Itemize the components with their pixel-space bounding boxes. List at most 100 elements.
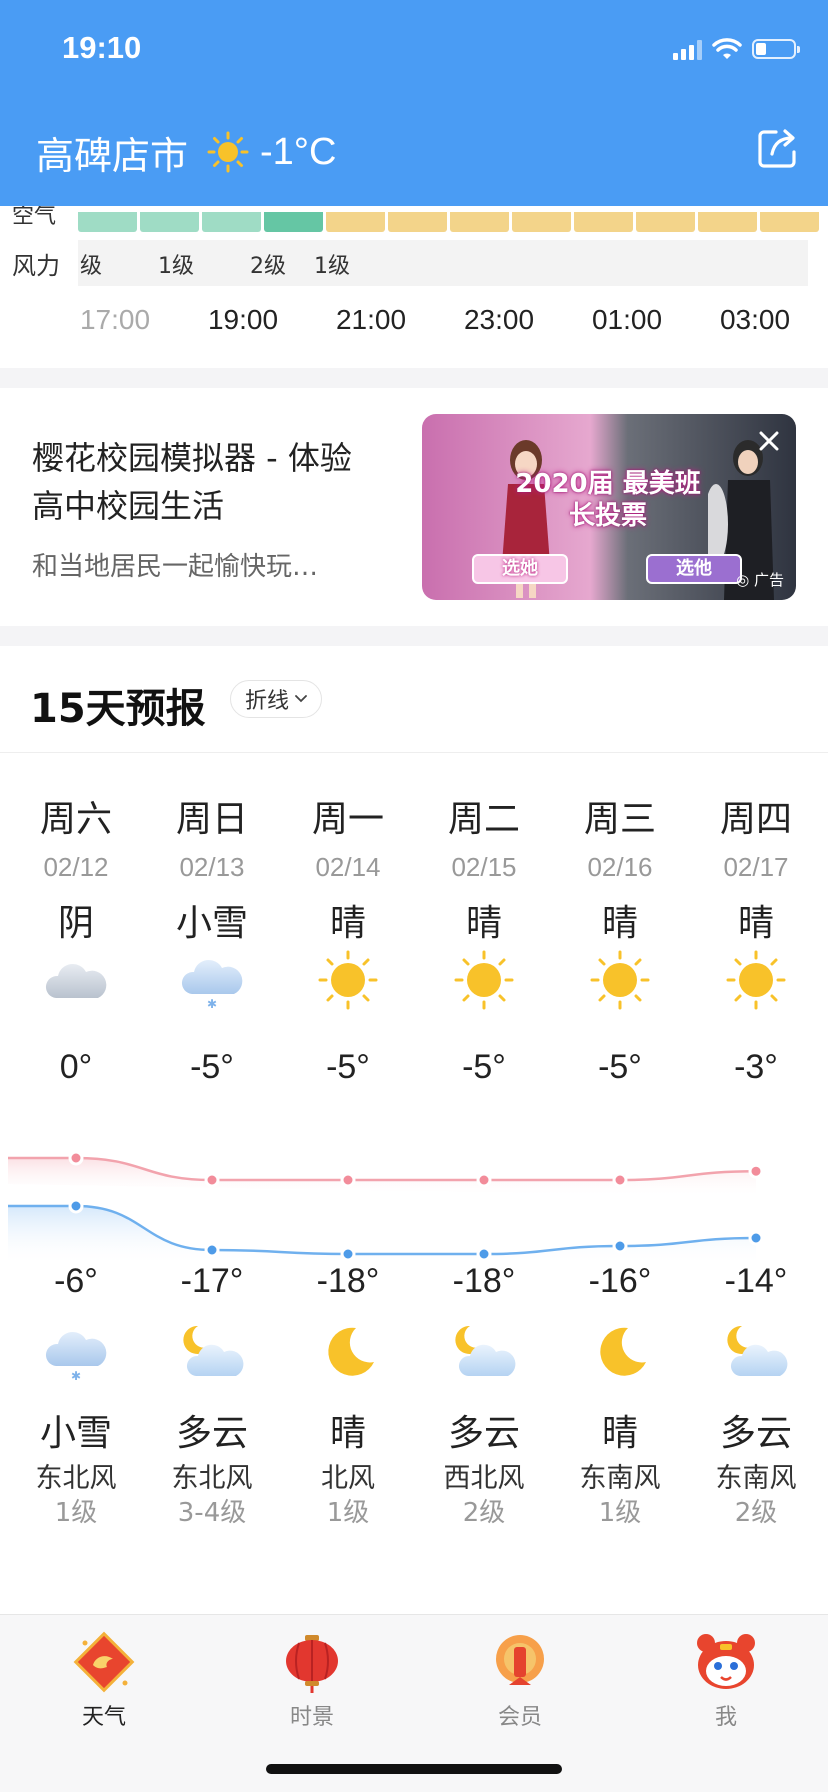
- wind-direction: 北风: [321, 1463, 375, 1494]
- city-name[interactable]: 高碑店市: [36, 125, 188, 180]
- day-date: 02/13: [179, 852, 245, 882]
- ad-tag-text: 广告: [753, 571, 784, 589]
- hour-label: 01:00: [591, 304, 663, 335]
- weather-tab-icon: [73, 1631, 135, 1693]
- partly-cloudy-night-icon: [722, 1322, 790, 1382]
- tab-member[interactable]: 会员: [460, 1629, 580, 1731]
- wind-level: 1级: [326, 1498, 370, 1528]
- wind-level: 1级: [54, 1498, 98, 1528]
- day-condition: 晴: [465, 903, 502, 944]
- moon-icon: [586, 1322, 654, 1382]
- day-of-week: 周一: [311, 799, 384, 840]
- ad-description[interactable]: 和当地居民一起愉快玩…: [32, 546, 382, 583]
- hour-labels: 17:00 19:00 21:00 23:00 01:00 03:00: [60, 304, 810, 336]
- high-temperature: -5°: [326, 1048, 370, 1086]
- night-condition: 多云: [719, 1413, 792, 1454]
- member-icon: [496, 1635, 544, 1685]
- day-date: 02/14: [315, 852, 381, 882]
- partly-cloudy-night-icon: [450, 1322, 518, 1382]
- ad-vote-left-button[interactable]: 选她: [472, 554, 568, 584]
- day-of-week: 周三: [583, 799, 656, 840]
- ad-banner[interactable]: 樱花校园模拟器 - 体验高中校园生活 和当地居民一起愉快玩… 2020届 最美班…: [0, 388, 828, 626]
- low-temperature: -16°: [588, 1262, 652, 1300]
- low-temperature: -14°: [724, 1262, 788, 1300]
- night-condition: 晴: [329, 1413, 366, 1454]
- hourly-forecast-card[interactable]: 空气 风力 级 1级 2级 1级 17:00 19:00 21:00 23:00…: [0, 204, 828, 368]
- share-icon[interactable]: [754, 126, 800, 172]
- night-condition: 多云: [447, 1413, 520, 1454]
- moon-icon: [314, 1322, 382, 1382]
- partly-cloudy-night-icon: [178, 1322, 246, 1382]
- tab-member-label: 会员: [497, 1705, 542, 1730]
- app-header: 19:10 高碑店市 -1°C: [0, 0, 828, 206]
- hour-label: 23:00: [463, 304, 535, 335]
- lantern-icon: [286, 1635, 338, 1693]
- wind-force-row: 级 1级 2级 1级: [78, 240, 808, 286]
- wind-level: 2级: [462, 1498, 506, 1528]
- high-temperature: -3°: [734, 1048, 778, 1086]
- tab-me[interactable]: 我: [666, 1629, 786, 1731]
- battery-icon: [752, 39, 800, 59]
- tab-scenery[interactable]: 时景: [252, 1629, 372, 1731]
- hour-label: 21:00: [335, 304, 407, 335]
- svg-text:✱: ✱: [71, 1369, 81, 1382]
- tab-weather-label: 天气: [81, 1705, 126, 1730]
- hour-label: 17:00: [79, 304, 151, 335]
- low-temperature: -17°: [180, 1262, 244, 1300]
- hour-label: 03:00: [719, 304, 791, 335]
- ad-label: ◎ 广告: [736, 571, 784, 589]
- location-row[interactable]: 高碑店市 -1°C: [36, 124, 336, 180]
- wind-direction: 东南风: [579, 1463, 661, 1494]
- night-condition: 晴: [601, 1413, 638, 1454]
- wind-force-cell: 级: [80, 254, 103, 279]
- ad-vote-right-button[interactable]: 选他: [646, 554, 742, 584]
- home-indicator[interactable]: [266, 1764, 562, 1774]
- ad-image[interactable]: 2020届 最美班长投票 选她 选他 ◎ 广告: [422, 414, 796, 600]
- weather-app-screen: 19:10 高碑店市 -1°C 空气 风力 级 1级 2级 1级 17:00 1…: [0, 0, 828, 1792]
- wind-level: 2级: [734, 1498, 778, 1528]
- hour-label: 19:00: [207, 304, 279, 335]
- day-date: 02/17: [723, 852, 789, 882]
- day-date: 02/16: [587, 852, 653, 882]
- close-icon[interactable]: [756, 428, 782, 454]
- day-date: 02/12: [43, 852, 109, 882]
- cellular-signal-icon: [673, 38, 702, 60]
- status-time: 19:10: [62, 30, 142, 65]
- day-condition: 晴: [329, 903, 366, 944]
- wind-force-cell: 1级: [314, 254, 350, 279]
- day-of-week: 周四: [719, 799, 792, 840]
- wind-direction: 东北风: [171, 1463, 253, 1494]
- tab-scenery-label: 时景: [289, 1705, 334, 1730]
- tab-me-label: 我: [714, 1705, 737, 1730]
- high-temperature: -5°: [462, 1048, 506, 1086]
- low-temperature: -6°: [54, 1262, 98, 1300]
- light-snow-icon: ✱: [178, 950, 246, 1011]
- ad-title[interactable]: 樱花校园模拟器 - 体验高中校园生活: [32, 434, 382, 530]
- day-of-week: 周二: [447, 799, 520, 840]
- sun-icon: [314, 950, 382, 1010]
- day-condition: 小雪: [175, 903, 248, 944]
- sun-icon: [722, 950, 790, 1010]
- high-temperature: -5°: [598, 1048, 642, 1086]
- wind-direction: 西北风: [443, 1463, 525, 1494]
- day-date: 02/15: [451, 852, 517, 882]
- sun-icon: [207, 131, 249, 173]
- status-icons: [673, 34, 800, 64]
- wind-direction: 东南风: [715, 1463, 797, 1494]
- high-temperature: 0°: [59, 1048, 93, 1086]
- low-temperature: -18°: [316, 1262, 380, 1300]
- day-condition: 晴: [601, 903, 638, 944]
- low-temperature: -18°: [452, 1262, 516, 1300]
- high-temperature: -5°: [190, 1048, 234, 1086]
- air-quality-bar: [78, 212, 819, 232]
- ad-headline: 2020届 最美班长投票: [515, 469, 701, 531]
- light-snow-icon: ✱: [42, 1322, 110, 1383]
- tab-weather[interactable]: 天气: [44, 1629, 164, 1731]
- night-condition: 多云: [175, 1413, 248, 1454]
- wind-level: 3-4级: [177, 1498, 247, 1528]
- wind-force-label: 风力: [12, 252, 60, 280]
- day-condition: 阴: [57, 903, 94, 944]
- wind-level: 1级: [598, 1498, 642, 1528]
- day-columns: 周六 02/12 阴 0° -6° ✱ 小雪 东北风 1级 周日 02/13 小…: [8, 646, 820, 1614]
- sun-icon: [450, 950, 518, 1010]
